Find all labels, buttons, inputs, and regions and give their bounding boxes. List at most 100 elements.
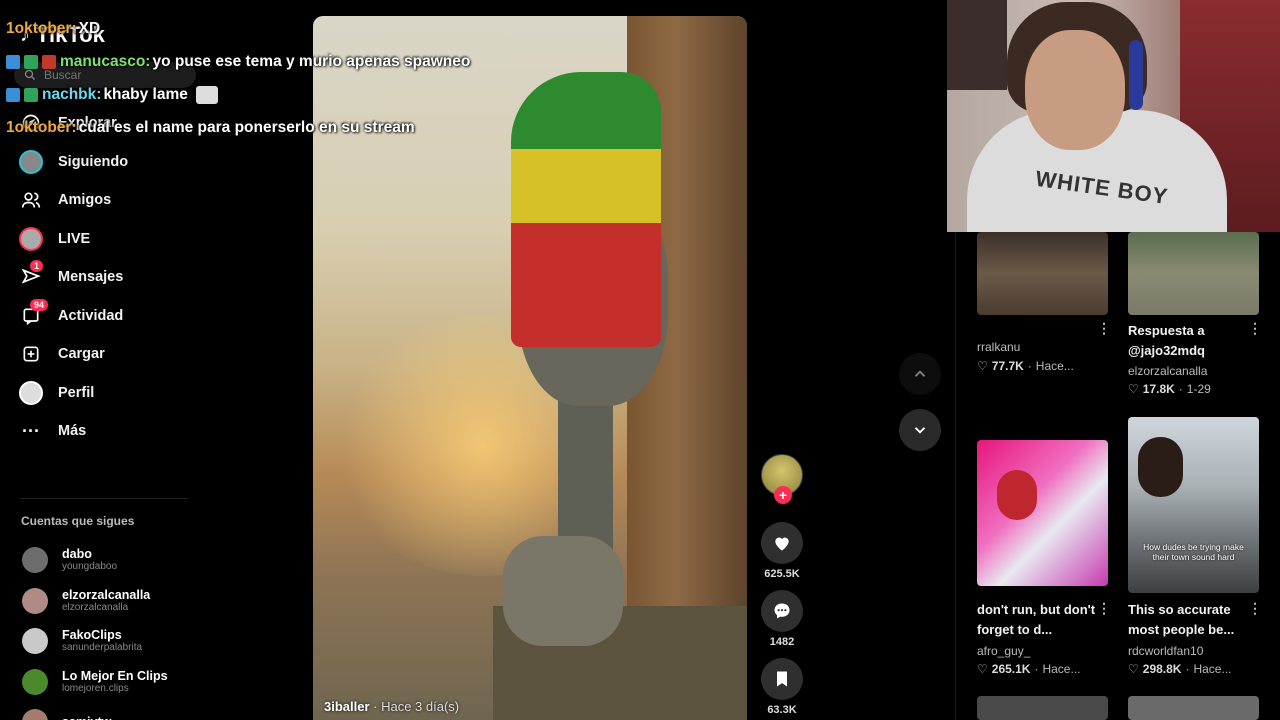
chevron-up-icon xyxy=(914,370,926,377)
heart-icon xyxy=(775,537,789,551)
chevron-down-icon xyxy=(914,427,926,434)
card-likes: 17.8K xyxy=(1142,382,1175,396)
more-dots-icon: ··· xyxy=(22,420,40,441)
video-thumbnail-partial[interactable] xyxy=(1128,696,1259,720)
nav-item-live[interactable]: LIVE xyxy=(18,220,218,259)
live-avatar-icon xyxy=(18,226,44,252)
card-likes: 77.7K xyxy=(991,359,1024,373)
following-name: samivtw xyxy=(62,715,111,720)
nav-item-actividad[interactable]: 94 Actividad xyxy=(18,297,218,336)
save-button[interactable] xyxy=(761,658,803,700)
spiderman-figure xyxy=(997,470,1037,520)
card-username[interactable]: rralkanu xyxy=(977,340,1020,354)
video-card[interactable]: ⋮ rralkanu ♡ 77.7K · Hace... xyxy=(977,232,1111,382)
chat-message: manucasco: yo puse ese tema y murio apen… xyxy=(6,45,566,78)
chat-username: manucasco: xyxy=(60,52,151,70)
webcam-poster xyxy=(947,0,1007,90)
sub-badge-icon xyxy=(24,87,38,102)
heart-outline-icon: ♡ xyxy=(1128,662,1139,676)
chat-username: 1oktober: xyxy=(6,118,77,136)
sword-badge-icon xyxy=(6,87,20,102)
comment-count: 1482 xyxy=(769,636,795,648)
card-username[interactable]: rdcworldfan10 xyxy=(1128,644,1203,658)
nav-label: Perfil xyxy=(58,384,95,401)
following-name: dabo xyxy=(62,547,92,562)
video-thumbnail[interactable] xyxy=(977,440,1108,586)
following-handle: youngdaboo xyxy=(62,561,118,573)
nav-label: Siguiendo xyxy=(58,153,129,170)
following-item[interactable]: dabo youngdaboo xyxy=(22,540,202,581)
heart-outline-icon: ♡ xyxy=(977,662,988,676)
sword-badge-icon xyxy=(6,54,20,69)
card-username[interactable]: elzorzalcanalla xyxy=(1128,364,1207,378)
card-title[interactable]: This so accurate most people be... xyxy=(1128,600,1263,640)
nav-item-amigos[interactable]: Amigos xyxy=(18,181,218,220)
headset-icon xyxy=(1129,40,1143,110)
card-stats: ♡ 77.7K · Hace... xyxy=(977,359,1074,373)
video-author: 3iballer xyxy=(324,699,370,714)
nav-label: Cargar xyxy=(58,346,105,363)
card-separator: · xyxy=(1034,662,1039,676)
nav-item-mensajes[interactable]: 1 Mensajes xyxy=(18,258,218,297)
following-list: dabo youngdaboo elzorzalcanalla elzorzalca… xyxy=(22,540,202,720)
avatar xyxy=(22,587,48,614)
chat-text: cual es el name para ponerserlo en su st… xyxy=(78,118,415,136)
messages-badge: 1 xyxy=(30,260,44,273)
emote-icon xyxy=(195,85,218,104)
video-thumbnail-partial[interactable] xyxy=(977,696,1108,720)
video-card[interactable]: ⋮ Respuesta a @jajo32mdq elzorzalcanalla… xyxy=(1128,232,1262,402)
red-badge-icon xyxy=(42,54,56,69)
nav-item-mas[interactable]: ··· Más xyxy=(18,412,218,451)
chat-message: nachbk: khaby lame xyxy=(6,78,566,111)
following-item[interactable]: FakoClips sanunderpalabrita xyxy=(22,621,202,662)
bookmark-icon xyxy=(777,671,787,687)
video-thumbnail[interactable] xyxy=(1128,232,1259,315)
inbox-icon: 94 xyxy=(18,298,49,329)
following-item[interactable]: samivtw xyxy=(22,702,202,720)
avatar xyxy=(22,709,48,720)
follow-plus-icon[interactable]: + xyxy=(774,486,792,504)
card-likes: 298.8K xyxy=(1142,662,1182,676)
thumbnail-caption: How dudes be trying make their town soun… xyxy=(1143,542,1244,562)
chat-text: yo puse ese tema y murio apenas spawneo xyxy=(152,52,471,70)
next-video-button[interactable] xyxy=(899,409,941,451)
card-title[interactable]: don't run, but don't forget to d... xyxy=(977,600,1112,640)
following-avatar-icon xyxy=(18,149,44,175)
like-button[interactable] xyxy=(761,522,803,564)
video-card[interactable]: How dudes be trying make their town soun… xyxy=(1128,417,1262,680)
friends-icon xyxy=(18,187,44,213)
following-item[interactable]: Lo Mejor En Clips lomejoren.clips xyxy=(22,662,202,703)
card-username[interactable]: afro_guy_ xyxy=(977,644,1030,658)
save-count: 63.3K xyxy=(767,704,797,716)
following-item[interactable]: elzorzalcanalla elzorzalcanalla xyxy=(22,581,202,622)
nav-label: Más xyxy=(58,423,87,440)
sidebar-divider xyxy=(20,498,188,499)
comment-button[interactable] xyxy=(761,590,803,632)
more-options-icon[interactable]: ⋮ xyxy=(1097,320,1111,337)
card-stats: ♡ 298.8K · Hace... xyxy=(1128,662,1231,676)
paper-plane-icon: 1 xyxy=(18,260,44,290)
previous-video-button[interactable] xyxy=(899,353,941,395)
nav-item-perfil[interactable]: Perfil xyxy=(18,374,218,413)
video-card[interactable]: ⋮ don't run, but don't forget to d... af… xyxy=(977,440,1111,680)
nav-item-cargar[interactable]: Cargar xyxy=(18,335,218,374)
following-name: FakoClips xyxy=(62,628,122,643)
card-date: Hace... xyxy=(1042,662,1081,676)
following-handle: elzorzalcanalla xyxy=(62,601,129,613)
following-handle: lomejoren.clips xyxy=(62,682,129,694)
comment-icon xyxy=(774,603,790,619)
video-time: · Hace 3 día(s) xyxy=(369,699,460,714)
chat-username: 1oktober: xyxy=(6,19,77,37)
nav-label: Amigos xyxy=(58,192,112,209)
chat-message: 1oktober: XD xyxy=(6,12,566,45)
video-thumbnail[interactable] xyxy=(977,232,1108,315)
video-author-line[interactable]: 3iballer · Hace 3 día(s) xyxy=(324,699,459,714)
following-name: Lo Mejor En Clips xyxy=(62,668,168,683)
sub-badge-icon xyxy=(24,54,38,69)
card-title[interactable]: Respuesta a @jajo32mdq xyxy=(1128,321,1263,361)
nav-item-siguiendo[interactable]: Siguiendo xyxy=(18,143,218,182)
like-count: 625.5K xyxy=(764,568,800,580)
video-thumbnail[interactable]: How dudes be trying make their town soun… xyxy=(1128,417,1259,593)
panel-divider xyxy=(955,230,956,720)
upload-plus-icon xyxy=(18,341,44,367)
